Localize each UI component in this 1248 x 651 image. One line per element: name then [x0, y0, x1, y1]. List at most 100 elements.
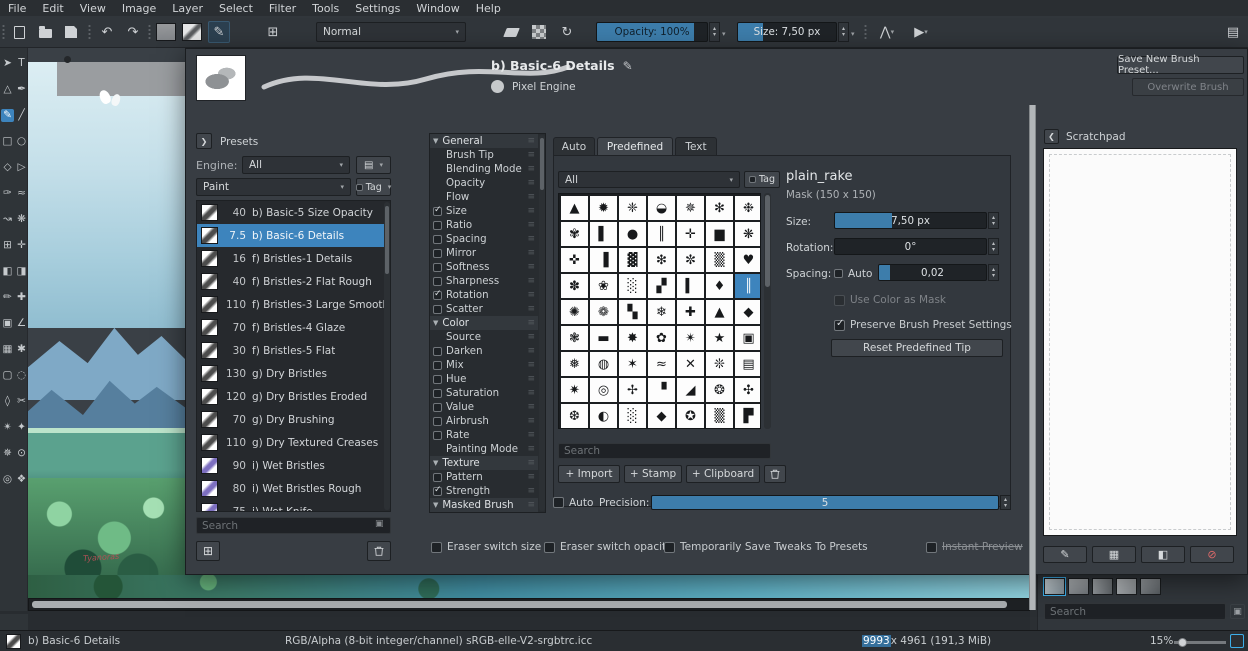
- preset-item[interactable]: 90i) Wet Bristles: [197, 454, 390, 477]
- brush-tip-item[interactable]: ✻: [706, 196, 733, 220]
- brush-tip-item[interactable]: ✪: [677, 404, 704, 428]
- temporarily-save-tweaks-checkbox[interactable]: [664, 542, 675, 553]
- option-checkbox[interactable]: [433, 375, 442, 384]
- opacity-spin-buttons[interactable]: ▴▾: [709, 22, 720, 42]
- rename-preset-icon[interactable]: ✎: [623, 59, 633, 73]
- option-checkbox[interactable]: [433, 361, 442, 370]
- bezier-select-tool[interactable]: ✵: [1, 447, 14, 460]
- canvas-bottom[interactable]: [28, 575, 1030, 598]
- precision-auto-checkbox[interactable]: [553, 497, 564, 508]
- brush-tip-item[interactable]: ║: [735, 274, 761, 298]
- option-rate[interactable]: Rate≡: [430, 428, 538, 442]
- save-new-preset-button[interactable]: Save New Brush Preset...: [1117, 56, 1244, 74]
- option-checkbox[interactable]: [433, 291, 442, 300]
- brush-tip-item[interactable]: ◆: [735, 300, 761, 324]
- brush-tip-item[interactable]: ✕: [677, 352, 704, 376]
- scratchpad-reset-button[interactable]: ⊘: [1190, 546, 1234, 563]
- brush-tip-item[interactable]: ▌: [590, 222, 617, 246]
- menu-item-image[interactable]: Image: [122, 2, 156, 15]
- scrollbar-handle[interactable]: [765, 195, 770, 287]
- pan-tool[interactable]: ❖: [15, 473, 28, 486]
- add-preset-button[interactable]: ⊞: [196, 541, 220, 561]
- option-hue[interactable]: Hue≡: [430, 372, 538, 386]
- tag-checkbox[interactable]: [749, 176, 756, 183]
- brush-tip-item[interactable]: ▍: [677, 274, 704, 298]
- magnetic-select-tool[interactable]: ⊙: [15, 447, 28, 460]
- option-checkbox[interactable]: [433, 487, 442, 496]
- precision-spin-buttons[interactable]: ▴▾: [1000, 495, 1011, 510]
- toolbar-grip[interactable]: [2, 24, 5, 40]
- menu-item-layer[interactable]: Layer: [172, 2, 203, 15]
- new-document-button[interactable]: [8, 21, 30, 43]
- use-color-as-mask-checkbox[interactable]: [834, 295, 845, 306]
- smart-patch-tool[interactable]: ✚: [15, 291, 28, 304]
- gradient-chooser[interactable]: [156, 23, 176, 41]
- brush-tip-item[interactable]: ❀: [590, 274, 617, 298]
- engine-filter-combo[interactable]: All▾: [242, 156, 350, 174]
- brush-tip-item[interactable]: ♥: [735, 248, 761, 272]
- brush-tip-item[interactable]: ◍: [590, 352, 617, 376]
- reference-images-tool[interactable]: ▦: [1, 343, 14, 356]
- temporarily-save-tweaks-option[interactable]: Temporarily Save Tweaks To Presets: [664, 541, 868, 553]
- zoom-tool[interactable]: ◎: [1, 473, 14, 486]
- tip-filter-combo[interactable]: All▾: [558, 171, 740, 188]
- menu-item-filter[interactable]: Filter: [269, 2, 296, 15]
- brush-tip-item[interactable]: ▓: [619, 248, 646, 272]
- option-flow[interactable]: Flow≡: [430, 190, 538, 204]
- option-ratio[interactable]: Ratio≡: [430, 218, 538, 232]
- preset-type-combo[interactable]: Paint▾: [196, 178, 351, 196]
- option-general[interactable]: ▼General≡: [430, 134, 538, 148]
- move-tool[interactable]: ✛: [15, 239, 28, 252]
- freehand-path-tool[interactable]: ≈: [15, 187, 28, 200]
- tip-rotation-slider[interactable]: 0°: [834, 238, 987, 255]
- brush-tip-item[interactable]: ❉: [735, 196, 761, 220]
- scrollbar-handle[interactable]: [385, 206, 389, 274]
- option-rotation[interactable]: Rotation≡: [430, 288, 538, 302]
- option-mix[interactable]: Mix≡: [430, 358, 538, 372]
- snapshot-button[interactable]: ▶▾: [906, 21, 936, 43]
- eraser-switch-opacity-checkbox[interactable]: [544, 542, 555, 553]
- brush-tip-item[interactable]: ❈: [619, 196, 646, 220]
- option-spacing[interactable]: Spacing≡: [430, 232, 538, 246]
- multibrush-tool[interactable]: ❋: [15, 213, 28, 226]
- polyline-tool[interactable]: ▷: [15, 161, 28, 174]
- edit-shapes-tool[interactable]: △: [1, 83, 14, 96]
- option-checkbox[interactable]: [433, 403, 442, 412]
- docker-preset-thumbnail[interactable]: [1068, 578, 1089, 595]
- search-save-icon[interactable]: ▣: [375, 519, 384, 529]
- precision-slider[interactable]: 5: [651, 495, 999, 510]
- blending-mode-combo[interactable]: Normal▾: [316, 22, 466, 42]
- preset-item[interactable]: 70g) Dry Brushing: [197, 408, 390, 431]
- ellipse-select-tool[interactable]: ◌: [15, 369, 28, 382]
- option-checkbox[interactable]: [433, 277, 442, 286]
- eraser-switch-opacity-option[interactable]: Eraser switch opacity: [544, 541, 672, 553]
- brush-tip-item[interactable]: ░: [619, 404, 646, 428]
- canvas-only-button[interactable]: [1230, 634, 1244, 648]
- option-strength[interactable]: Strength≡: [430, 484, 538, 498]
- docker-preset-thumbnail[interactable]: [1116, 578, 1137, 595]
- brush-tip-item[interactable]: ✣: [735, 378, 761, 402]
- brush-tip-item[interactable]: ◎: [590, 378, 617, 402]
- hscrollbar-handle[interactable]: [32, 601, 1007, 608]
- brush-tip-item[interactable]: ❇: [648, 248, 675, 272]
- preset-view-mode-button[interactable]: ▤▾: [356, 156, 391, 174]
- clipboard-tip-button[interactable]: + Clipboard: [686, 465, 760, 483]
- tip-spacing-slider[interactable]: 0,02: [878, 264, 987, 281]
- menu-item-view[interactable]: View: [80, 2, 106, 15]
- option-texture[interactable]: ▼Texture≡: [430, 456, 538, 470]
- option-checkbox[interactable]: [433, 347, 442, 356]
- pointer-tool[interactable]: ➤: [1, 57, 14, 70]
- save-document-button[interactable]: [60, 21, 82, 43]
- scratchpad-fill-background-button[interactable]: ◧: [1141, 546, 1185, 563]
- preset-item[interactable]: 30f) Bristles-5 Flat: [197, 339, 390, 362]
- overwrite-brush-button[interactable]: Overwrite Brush: [1132, 78, 1244, 96]
- tag-checkbox[interactable]: [356, 184, 363, 191]
- preset-item[interactable]: 70f) Bristles-4 Glaze: [197, 316, 390, 339]
- tip-size-slider[interactable]: 7,50 px: [834, 212, 987, 229]
- preset-item[interactable]: 80i) Wet Bristles Rough: [197, 477, 390, 500]
- instant-preview-checkbox[interactable]: [926, 542, 937, 553]
- instant-preview-option[interactable]: Instant Preview: [926, 541, 1023, 553]
- option-checkbox[interactable]: [433, 249, 442, 258]
- brush-tip-item[interactable]: ●: [619, 222, 646, 246]
- docker-preset-thumbnail[interactable]: [1140, 578, 1161, 595]
